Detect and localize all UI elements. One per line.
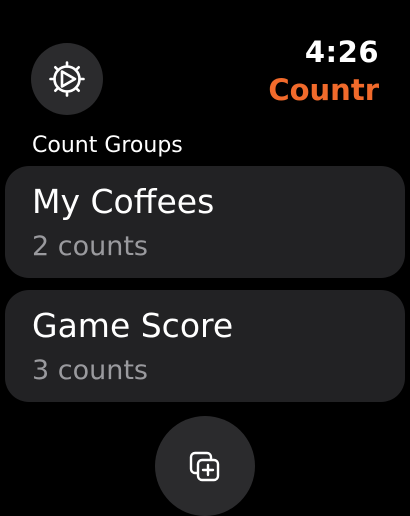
app-title: Countr xyxy=(268,73,379,107)
settings-button[interactable] xyxy=(31,43,103,115)
group-card-game-score[interactable]: Game Score 3 counts xyxy=(5,290,405,402)
add-group-button[interactable] xyxy=(155,416,255,516)
section-title: Count Groups xyxy=(32,133,183,158)
add-group-icon xyxy=(188,416,222,516)
group-count: 2 counts xyxy=(32,231,149,262)
group-name: Game Score xyxy=(32,306,234,345)
group-name: My Coffees xyxy=(32,182,215,221)
group-card-my-coffees[interactable]: My Coffees 2 counts xyxy=(5,166,405,278)
gear-icon xyxy=(47,59,87,99)
group-count: 3 counts xyxy=(32,355,149,386)
clock-time: 4:26 xyxy=(304,35,379,69)
